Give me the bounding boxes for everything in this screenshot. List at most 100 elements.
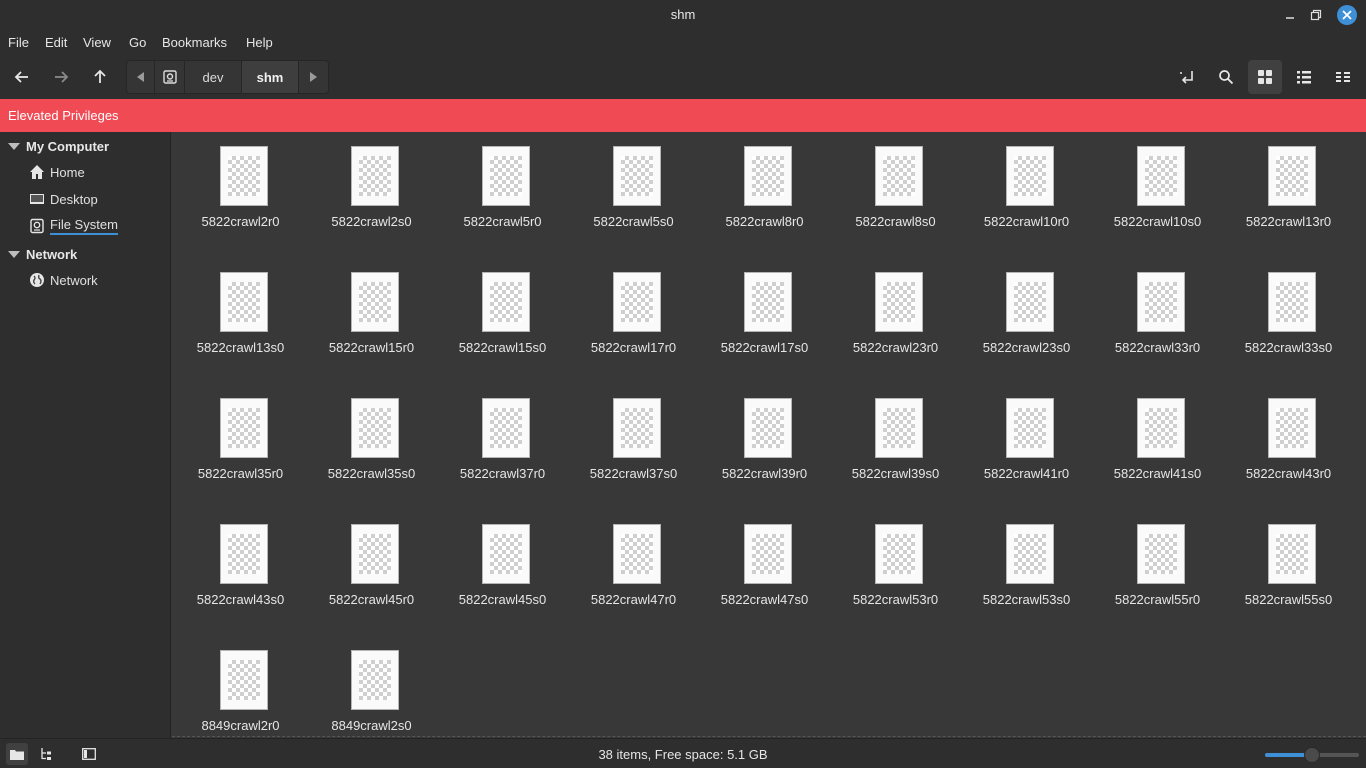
file-item[interactable]: 5822crawl2s0 bbox=[306, 132, 437, 242]
file-name: 5822crawl8s0 bbox=[855, 214, 936, 229]
menu-bookmarks[interactable]: Bookmarks bbox=[162, 35, 227, 50]
file-name: 5822crawl45s0 bbox=[458, 592, 547, 607]
path-scroll-right-button[interactable] bbox=[299, 61, 328, 93]
menu-view[interactable]: View bbox=[83, 35, 111, 50]
sidebar-section-network[interactable]: Network bbox=[8, 244, 77, 264]
file-icon bbox=[875, 398, 923, 458]
zoom-slider[interactable] bbox=[1265, 747, 1359, 763]
file-item[interactable]: 5822crawl43r0 bbox=[1223, 384, 1354, 494]
file-item[interactable]: 5822crawl15s0 bbox=[437, 258, 568, 368]
file-icon bbox=[1137, 272, 1185, 332]
sidebar-item-network[interactable]: Network bbox=[28, 269, 98, 291]
forward-button[interactable] bbox=[44, 60, 78, 94]
maximize-button[interactable] bbox=[1306, 5, 1326, 25]
minimize-button[interactable] bbox=[1280, 5, 1300, 25]
file-item[interactable]: 5822crawl13s0 bbox=[175, 258, 306, 368]
file-item[interactable]: 5822crawl17s0 bbox=[699, 258, 830, 368]
sidebar: My Computer Home Desktop File System Net… bbox=[0, 132, 171, 738]
file-item[interactable]: 5822crawl37r0 bbox=[437, 384, 568, 494]
file-item[interactable]: 5822crawl35r0 bbox=[175, 384, 306, 494]
file-item[interactable]: 5822crawl13r0 bbox=[1223, 132, 1354, 242]
path-segment-dev[interactable]: dev bbox=[185, 61, 242, 93]
file-item[interactable]: 5822crawl53s0 bbox=[961, 510, 1092, 620]
file-item[interactable]: 5822crawl10r0 bbox=[961, 132, 1092, 242]
title-bar: shm bbox=[0, 0, 1366, 30]
file-icon bbox=[1137, 524, 1185, 584]
path-scroll-left-button[interactable] bbox=[127, 61, 155, 93]
file-name: 5822crawl37r0 bbox=[459, 466, 546, 481]
file-icon bbox=[482, 146, 530, 206]
file-item[interactable]: 5822crawl5s0 bbox=[568, 132, 699, 242]
file-item[interactable]: 5822crawl41r0 bbox=[961, 384, 1092, 494]
file-icon bbox=[744, 272, 792, 332]
file-item[interactable]: 5822crawl43s0 bbox=[175, 510, 306, 620]
sidebar-item-home[interactable]: Home bbox=[28, 161, 85, 183]
file-item[interactable]: 5822crawl45s0 bbox=[437, 510, 568, 620]
list-view-button[interactable] bbox=[1287, 60, 1321, 94]
minimize-icon bbox=[1286, 17, 1294, 19]
file-item[interactable]: 5822crawl47r0 bbox=[568, 510, 699, 620]
file-item[interactable]: 8849crawl2s0 bbox=[306, 636, 437, 746]
file-icon bbox=[875, 146, 923, 206]
menu-help[interactable]: Help bbox=[246, 35, 273, 50]
file-item[interactable]: 5822crawl45r0 bbox=[306, 510, 437, 620]
file-item[interactable]: 5822crawl2r0 bbox=[175, 132, 306, 242]
file-item[interactable]: 5822crawl55r0 bbox=[1092, 510, 1223, 620]
file-icon bbox=[351, 272, 399, 332]
sidebar-item-file-system[interactable]: File System bbox=[28, 215, 118, 237]
file-item[interactable]: 5822crawl53r0 bbox=[830, 510, 961, 620]
file-item[interactable]: 5822crawl5r0 bbox=[437, 132, 568, 242]
path-segment-shm[interactable]: shm bbox=[242, 61, 299, 93]
file-item[interactable]: 5822crawl39s0 bbox=[830, 384, 961, 494]
file-item[interactable]: 5822crawl15r0 bbox=[306, 258, 437, 368]
compact-view-button[interactable] bbox=[1326, 60, 1360, 94]
icon-view-button[interactable] bbox=[1248, 60, 1282, 94]
file-icon bbox=[220, 146, 268, 206]
file-icon bbox=[220, 398, 268, 458]
file-item[interactable]: 5822crawl35s0 bbox=[306, 384, 437, 494]
file-name: 5822crawl17r0 bbox=[590, 340, 677, 355]
file-name: 5822crawl53r0 bbox=[852, 592, 939, 607]
file-item[interactable]: 5822crawl47s0 bbox=[699, 510, 830, 620]
file-icon bbox=[613, 146, 661, 206]
menu-edit[interactable]: Edit bbox=[45, 35, 67, 50]
file-icon bbox=[482, 272, 530, 332]
toggle-location-button[interactable] bbox=[1170, 60, 1204, 94]
file-item[interactable]: 5822crawl41s0 bbox=[1092, 384, 1223, 494]
file-icon bbox=[1137, 398, 1185, 458]
file-item[interactable]: 5822crawl8r0 bbox=[699, 132, 830, 242]
up-button[interactable] bbox=[83, 60, 117, 94]
file-item[interactable]: 5822crawl33r0 bbox=[1092, 258, 1223, 368]
file-item[interactable]: 5822crawl10s0 bbox=[1092, 132, 1223, 242]
file-item[interactable]: 8849crawl2r0 bbox=[175, 636, 306, 746]
arrow-right-icon bbox=[55, 71, 69, 83]
file-name: 8849crawl2s0 bbox=[331, 718, 412, 733]
list-icon bbox=[1297, 71, 1311, 84]
file-item[interactable]: 5822crawl8s0 bbox=[830, 132, 961, 242]
sidebar-section-my-computer[interactable]: My Computer bbox=[8, 136, 109, 156]
file-icon bbox=[1006, 272, 1054, 332]
file-item[interactable]: 5822crawl55s0 bbox=[1223, 510, 1354, 620]
file-item[interactable]: 5822crawl23s0 bbox=[961, 258, 1092, 368]
back-button[interactable] bbox=[5, 60, 39, 94]
file-item[interactable]: 5822crawl23r0 bbox=[830, 258, 961, 368]
file-item[interactable]: 5822crawl37s0 bbox=[568, 384, 699, 494]
file-name: 5822crawl33s0 bbox=[1244, 340, 1333, 355]
file-item[interactable]: 5822crawl39r0 bbox=[699, 384, 830, 494]
menu-file[interactable]: File bbox=[8, 35, 29, 50]
file-item[interactable]: 5822crawl17r0 bbox=[568, 258, 699, 368]
file-name: 5822crawl47r0 bbox=[590, 592, 677, 607]
expander-icon bbox=[8, 250, 20, 258]
drop-zone-divider bbox=[172, 736, 1366, 737]
menu-go[interactable]: Go bbox=[129, 35, 146, 50]
file-icon bbox=[613, 398, 661, 458]
search-button[interactable] bbox=[1209, 60, 1243, 94]
sidebar-item-desktop[interactable]: Desktop bbox=[28, 188, 98, 210]
file-item[interactable]: 5822crawl33s0 bbox=[1223, 258, 1354, 368]
close-button[interactable] bbox=[1337, 5, 1357, 25]
zoom-slider-handle[interactable] bbox=[1304, 747, 1320, 763]
desktop-icon bbox=[28, 190, 46, 208]
file-icon bbox=[1006, 146, 1054, 206]
path-root-button[interactable] bbox=[155, 61, 185, 93]
arrow-left-icon bbox=[14, 71, 28, 83]
